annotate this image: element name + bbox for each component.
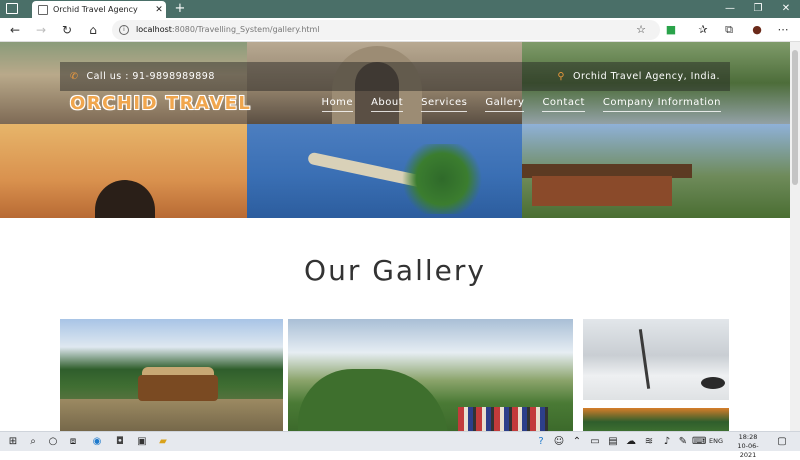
tray-app2-icon[interactable]: ▤ (606, 435, 620, 449)
hero-banner: ✆ Call us : 91-9898989898 ⚲ Orchid Travel … (0, 42, 790, 218)
windows-start-icon[interactable]: ⊞ (6, 435, 20, 449)
clock-time: 18:28 (738, 433, 758, 441)
mountain-peak (298, 369, 448, 431)
houseboat-body (532, 176, 672, 206)
main-nav: Home About Services Gallery Contact Comp… (321, 97, 721, 112)
location-info: ⚲ Orchid Travel Agency, India. (558, 62, 720, 91)
close-window-button[interactable]: ✕ (772, 0, 800, 18)
site-info-icon[interactable]: i (119, 25, 129, 35)
gallery-image-tropical[interactable] (583, 408, 729, 431)
trekkers-group (458, 407, 548, 431)
river-water (60, 399, 283, 431)
collections-icon[interactable]: ⧉ (720, 21, 738, 39)
address-bar[interactable]: i localhost:8080/Travelling_System/galle… (112, 20, 660, 40)
edge-browser-icon[interactable]: ◉ (90, 435, 104, 449)
gallery-title: Our Gallery (304, 254, 486, 287)
browser-toolbar: ← → ↻ ⌂ i localhost:8080/Travelling_Syst… (0, 18, 800, 42)
restore-button[interactable]: ❐ (744, 0, 772, 18)
wifi-icon[interactable]: ≋ (642, 435, 656, 449)
call-text: Call us : 91-9898989898 (86, 71, 215, 82)
call-info: ✆ Call us : 91-9898989898 (70, 62, 215, 91)
terminal-icon[interactable]: ▣ (135, 435, 149, 449)
site-logo[interactable]: ORCHID TRAVEL (70, 93, 251, 114)
tray-app-icon[interactable]: ▭ (588, 435, 602, 449)
nav-gallery[interactable]: Gallery (485, 97, 525, 112)
app-icon[interactable]: ◘ (113, 435, 127, 449)
url-host: localhost (136, 25, 172, 34)
nav-contact[interactable]: Contact (542, 97, 585, 112)
nav-about[interactable]: About (371, 97, 404, 112)
task-view-icon[interactable]: ⧈ (66, 435, 80, 449)
tab-close-icon[interactable]: ✕ (152, 5, 166, 15)
couple-silhouette (95, 180, 155, 218)
location-text: Orchid Travel Agency, India. (573, 71, 720, 82)
cortana-icon[interactable]: ○ (46, 435, 60, 449)
nav-home[interactable]: Home (321, 97, 354, 112)
browser-tab[interactable]: Orchid Travel Agency ✕ (32, 1, 166, 18)
window-controls: — ❐ ✕ (716, 0, 800, 18)
extension-icon[interactable]: ■ (662, 21, 680, 39)
scrollbar-thumb[interactable] (792, 50, 798, 185)
reload-icon[interactable]: ↻ (58, 21, 76, 39)
clock-date: 10-06-2021 (737, 442, 759, 459)
snow-rock (701, 377, 725, 389)
tab-title: Orchid Travel Agency (53, 5, 138, 14)
nav-services[interactable]: Services (421, 97, 468, 112)
favorite-star-icon[interactable]: ☆ (632, 21, 650, 39)
boat-hull (138, 375, 218, 401)
contact-bar: ✆ Call us : 91-9898989898 ⚲ Orchid Travel … (60, 62, 730, 91)
gallery-image-mountain-trek[interactable] (288, 319, 573, 431)
volume-icon[interactable]: ♪ (660, 435, 674, 449)
page-icon (38, 4, 48, 15)
forward-icon[interactable]: → (32, 21, 50, 39)
language-indicator[interactable]: ENG (709, 437, 723, 445)
file-explorer-icon[interactable]: ▰ (156, 435, 170, 449)
clock[interactable]: 18:28 10-06-2021 (733, 433, 763, 460)
gallery-image-snow[interactable] (583, 319, 729, 400)
phone-icon: ✆ (70, 71, 79, 82)
back-icon[interactable]: ← (6, 21, 24, 39)
taskbar: ⊞ ⌕ ○ ⧈ ◉ ◘ ▣ ▰ ? ☺ ⌃ ▭ ▤ ☁ ≋ ♪ ✎ ⌨ ENG … (0, 431, 800, 459)
people-icon[interactable]: ☺ (552, 435, 566, 449)
hero-image-palm (247, 124, 522, 218)
minimize-button[interactable]: — (716, 0, 744, 18)
keyboard-icon[interactable]: ⌨ (692, 435, 706, 449)
more-icon[interactable]: ⋯ (774, 21, 792, 39)
tab-actions-icon[interactable] (6, 3, 18, 14)
url-path: :8080/Travelling_System/gallery.html (171, 25, 320, 34)
hero-image-houseboat (522, 124, 790, 218)
search-icon[interactable]: ⌕ (26, 435, 40, 449)
browser-titlebar: Orchid Travel Agency ✕ + — ❐ ✕ (0, 0, 800, 18)
pen-icon[interactable]: ✎ (676, 435, 690, 449)
new-tab-button[interactable]: + (172, 1, 188, 17)
palm-leaves (397, 144, 487, 214)
page-scrollbar[interactable] (790, 42, 800, 431)
profile-icon[interactable]: ● (748, 21, 766, 39)
help-icon[interactable]: ? (534, 435, 548, 449)
cloud-icon[interactable]: ☁ (624, 435, 638, 449)
hero-image-sunset (0, 124, 247, 218)
location-pin-icon: ⚲ (557, 71, 566, 82)
bare-tree (638, 329, 651, 389)
gallery-image-houseboat[interactable] (60, 319, 283, 431)
home-icon[interactable]: ⌂ (84, 21, 102, 39)
notification-icon[interactable]: ▢ (775, 435, 789, 449)
tray-expand-icon[interactable]: ⌃ (570, 435, 584, 449)
nav-company-information[interactable]: Company Information (602, 97, 721, 112)
favorites-icon[interactable]: ✰ (694, 21, 712, 39)
page-viewport: ✆ Call us : 91-9898989898 ⚲ Orchid Travel … (0, 42, 790, 431)
